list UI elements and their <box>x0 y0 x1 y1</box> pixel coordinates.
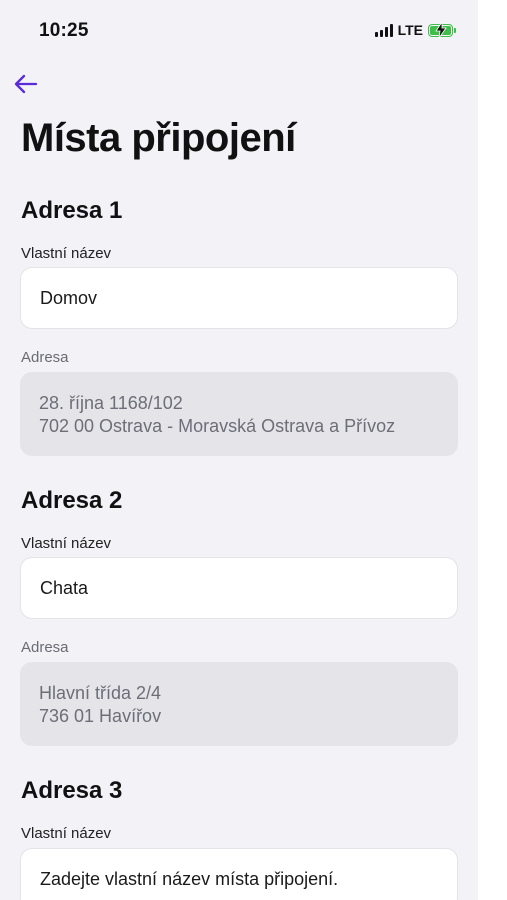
address-1-line1: 28. října 1168/102 <box>39 393 183 413</box>
address-1-heading: Adresa 1 <box>21 197 123 224</box>
network-type: LTE <box>397 22 423 38</box>
address-1-name-input[interactable]: Domov <box>20 267 458 329</box>
address-1-address-field: 28. října 1168/102 702 00 Ostrava - Mora… <box>20 372 458 456</box>
battery-icon <box>428 21 453 38</box>
address-1-line2: 702 00 Ostrava - Moravská Ostrava a Přív… <box>39 416 396 436</box>
address-1-name-value: Domov <box>40 287 98 308</box>
address-1-name-label: Vlastní název <box>21 245 112 262</box>
arrow-left-icon <box>14 74 38 94</box>
address-2-address-field: Hlavní třída 2/4 736 01 Havířov <box>20 662 458 746</box>
status-time: 10:25 <box>39 20 89 41</box>
status-bar: 10:25 LTE <box>0 0 478 60</box>
address-2-name-value: Chata <box>40 577 89 598</box>
battery-tip <box>454 27 456 33</box>
address-1-address-label: Adresa <box>21 349 69 366</box>
address-2-heading: Adresa 2 <box>21 487 123 514</box>
address-2-name-input[interactable]: Chata <box>20 557 458 619</box>
page-title: Místa připojení <box>21 116 296 160</box>
screen: 10:25 LTE Místa připojení Adresa 1 Vlast… <box>0 0 478 900</box>
address-2-name-label: Vlastní název <box>21 535 112 552</box>
address-3-heading: Adresa 3 <box>21 777 123 804</box>
address-3-name-input[interactable]: Zadejte vlastní název místa připojení. <box>20 848 458 900</box>
signal-icon <box>374 23 393 37</box>
address-2-line2: 736 01 Havířov <box>39 706 162 726</box>
address-3-name-label: Vlastní název <box>21 825 112 842</box>
back-button[interactable] <box>12 70 40 98</box>
address-2-address-label: Adresa <box>21 639 69 656</box>
address-2-line1: Hlavní třída 2/4 <box>39 683 162 703</box>
address-3-name-placeholder: Zadejte vlastní název místa připojení. <box>40 868 339 889</box>
status-indicators: LTE <box>374 21 456 38</box>
